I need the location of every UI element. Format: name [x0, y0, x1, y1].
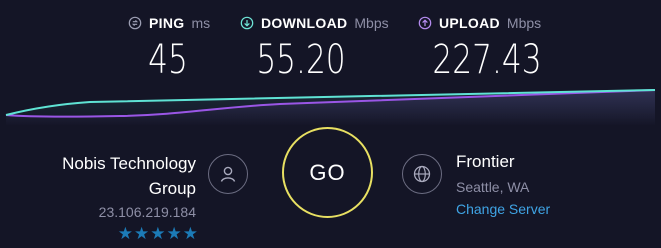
download-header: DOWNLOAD Mbps — [240, 14, 390, 32]
upload-header: UPLOAD Mbps — [418, 14, 568, 32]
go-button[interactable]: GO — [282, 127, 373, 218]
rating-star-icon: ★ — [134, 224, 150, 243]
globe-icon[interactable] — [402, 154, 442, 194]
globe-glyph — [413, 165, 431, 183]
go-button-label: GO — [309, 159, 346, 185]
download-arrow-icon — [240, 16, 254, 30]
isp-name: Nobis Technology Group — [20, 151, 196, 201]
rating-star-icon: ★ — [117, 224, 133, 243]
ping-unit: ms — [191, 15, 211, 31]
upload-arrow-icon — [418, 16, 432, 30]
upload-label: UPLOAD — [439, 15, 500, 31]
speedtest-panel: PING ms 45 DOWNLOAD Mbps 55.20 UPLOAD Mb… — [0, 0, 661, 248]
server-location: Seattle, WA — [456, 179, 530, 195]
upload-value: 227.43 — [432, 37, 542, 83]
isp-name-line2: Group — [148, 179, 196, 198]
isp-ip-address: 23.106.219.184 — [98, 204, 196, 220]
ping-icon — [128, 16, 142, 30]
download-value: 55.20 — [256, 37, 346, 83]
download-metric: DOWNLOAD Mbps 55.20 — [240, 14, 390, 84]
ping-metric: PING ms 45 — [128, 14, 228, 84]
speed-graph — [5, 89, 656, 126]
isp-rating: ★ ★ ★ ★ ★ — [108, 225, 198, 243]
ping-value: 45 — [148, 37, 188, 83]
rating-star-icon: ★ — [182, 224, 198, 243]
upload-unit: Mbps — [506, 15, 542, 31]
ping-header: PING ms — [128, 14, 228, 32]
server-name: Frontier — [456, 152, 515, 171]
rating-star-icon: ★ — [166, 224, 182, 243]
download-unit: Mbps — [354, 15, 389, 31]
ping-label: PING — [149, 15, 185, 31]
upload-metric: UPLOAD Mbps 227.43 — [418, 14, 568, 84]
download-label: DOWNLOAD — [261, 15, 348, 31]
user-icon[interactable] — [208, 154, 248, 194]
user-glyph — [220, 166, 236, 182]
rating-star-icon: ★ — [150, 224, 166, 243]
change-server-link[interactable]: Change Server — [456, 201, 550, 217]
isp-name-line1: Nobis Technology — [62, 154, 196, 173]
